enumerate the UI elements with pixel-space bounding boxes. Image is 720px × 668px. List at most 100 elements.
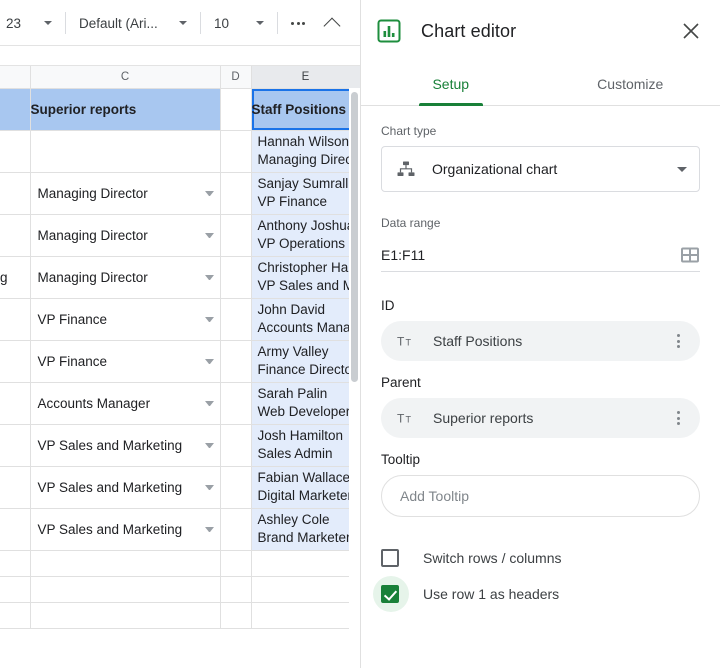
cell-e5[interactable]: Christopher Hale VP Sales and Marketing [250, 256, 360, 299]
id-field-chip[interactable]: T T Staff Positions [381, 321, 700, 361]
cell-e8-line2: Web Developer [257, 404, 351, 419]
cell-d2[interactable] [220, 130, 252, 173]
parent-label: Parent [381, 375, 421, 390]
cell-b8[interactable] [0, 382, 31, 425]
cell-e2[interactable]: Hannah Wilson Managing Director [250, 130, 360, 173]
column-header-d[interactable]: D [220, 66, 252, 89]
table-row: Hannah Wilson Managing Director [0, 130, 360, 173]
cell-c5[interactable]: Managing Director [30, 256, 221, 299]
zoom-or-size-selector[interactable]: 23 [0, 8, 58, 38]
cell-c2[interactable] [30, 130, 221, 173]
cell-d1[interactable] [220, 88, 252, 131]
chart-type-selector[interactable]: Organizational chart [381, 146, 700, 192]
cell-b14[interactable] [0, 602, 31, 629]
select-range-grid-icon[interactable] [680, 245, 700, 265]
cell-c6-text: VP Finance [37, 311, 108, 327]
google-sheets-chart-editor-screen: 23 Default (Ari... 10 C D E Superior rep… [0, 0, 720, 668]
cell-e6[interactable]: John David Accounts Manager [250, 298, 360, 341]
cell-e9[interactable]: Josh Hamilton Sales Admin [250, 424, 360, 467]
cell-e5-line1: Christopher Hale [257, 260, 359, 275]
cell-e13[interactable] [251, 576, 360, 603]
cell-c9[interactable]: VP Sales and Marketing [30, 424, 221, 467]
cell-dropdown-icon[interactable] [204, 316, 214, 322]
cell-b13[interactable] [0, 576, 31, 603]
cell-e4[interactable]: Anthony Joshua VP Operations [250, 214, 360, 257]
data-range-field[interactable]: E1:F11 [381, 238, 700, 272]
cell-e3[interactable]: Sanjay Sumrall VP Finance [250, 172, 360, 215]
cell-c14[interactable] [30, 602, 221, 629]
font-name-selector[interactable]: Default (Ari... [73, 8, 193, 38]
tab-customize[interactable]: Customize [541, 62, 720, 105]
switch-rows-columns-checkbox-row[interactable]: Switch rows / columns [381, 541, 700, 575]
cell-dropdown-icon[interactable] [204, 274, 214, 280]
tooltip-input[interactable]: Add Tooltip [381, 475, 700, 517]
cell-c13[interactable] [30, 576, 221, 603]
use-row-1-as-headers-checkbox[interactable] [381, 585, 399, 603]
cell-dropdown-icon[interactable] [204, 400, 214, 406]
cell-d7[interactable] [220, 340, 252, 383]
cell-e8[interactable]: Sarah Palin Web Developer [250, 382, 360, 425]
cell-d14[interactable] [220, 602, 252, 629]
cell-c11[interactable]: VP Sales and Marketing [30, 508, 221, 551]
cell-b2[interactable] [0, 130, 31, 173]
grid-vertical-scrollbar[interactable] [349, 88, 360, 668]
cell-b1[interactable] [0, 88, 31, 131]
collapse-toolbar-icon[interactable] [320, 10, 346, 36]
use-row-1-as-headers-checkbox-row[interactable]: Use row 1 as headers [373, 576, 700, 612]
switch-rows-columns-checkbox[interactable] [381, 549, 399, 567]
cell-c6[interactable]: VP Finance [30, 298, 221, 341]
cell-e1[interactable]: Staff Positions [251, 88, 360, 131]
cell-e12[interactable] [251, 550, 360, 577]
cell-d10[interactable] [220, 466, 252, 509]
cell-b12[interactable] [0, 550, 31, 577]
cell-dropdown-icon[interactable] [204, 358, 214, 364]
cell-d6[interactable] [220, 298, 252, 341]
cell-d5[interactable] [220, 256, 252, 299]
cell-d8[interactable] [220, 382, 252, 425]
table-row: Accounts Manager Sarah Palin Web Develop… [0, 382, 360, 425]
cell-c7[interactable]: VP Finance [30, 340, 221, 383]
text-format-icon: T T [397, 408, 417, 428]
cell-b9[interactable] [0, 424, 31, 467]
font-size-selector[interactable]: 10 [208, 8, 270, 38]
more-vert-icon[interactable] [666, 329, 690, 353]
cell-d11[interactable] [220, 508, 252, 551]
cell-b4[interactable] [0, 214, 31, 257]
cell-b7[interactable] [0, 340, 31, 383]
cell-d13[interactable] [220, 576, 252, 603]
cell-c12[interactable] [30, 550, 221, 577]
cell-c3[interactable]: Managing Director [30, 172, 221, 215]
cell-b3[interactable] [0, 172, 31, 215]
chart-type-value: Organizational chart [432, 161, 558, 177]
cell-dropdown-icon[interactable] [204, 232, 214, 238]
column-header-e[interactable]: E [251, 66, 360, 89]
close-icon[interactable] [676, 16, 706, 46]
cell-e14[interactable] [251, 602, 360, 629]
parent-field-chip[interactable]: T T Superior reports [381, 398, 700, 438]
cell-b10[interactable] [0, 466, 31, 509]
cell-d3[interactable] [220, 172, 252, 215]
cell-dropdown-icon[interactable] [204, 526, 214, 532]
tab-setup[interactable]: Setup [361, 62, 541, 105]
cell-e11[interactable]: Ashley Cole Brand Marketer [250, 508, 360, 551]
cell-b11[interactable] [0, 508, 31, 551]
cell-dropdown-icon[interactable] [204, 442, 214, 448]
cell-d4[interactable] [220, 214, 252, 257]
more-options-icon[interactable] [285, 10, 311, 36]
cell-c8[interactable]: Accounts Manager [30, 382, 221, 425]
cell-d9[interactable] [220, 424, 252, 467]
cell-b5[interactable]: g [0, 256, 31, 299]
cell-dropdown-icon[interactable] [204, 484, 214, 490]
scrollbar-thumb[interactable] [351, 92, 358, 382]
cell-c1[interactable]: Superior reports [30, 88, 221, 131]
cell-b6[interactable] [0, 298, 31, 341]
column-header-b[interactable] [0, 66, 31, 89]
cell-dropdown-icon[interactable] [204, 190, 214, 196]
cell-c10[interactable]: VP Sales and Marketing [30, 466, 221, 509]
cell-c4[interactable]: Managing Director [30, 214, 221, 257]
column-header-c[interactable]: C [30, 66, 221, 89]
cell-e10[interactable]: Fabian Wallace Digital Marketer [250, 466, 360, 509]
cell-d12[interactable] [220, 550, 252, 577]
cell-e7[interactable]: Army Valley Finance Director [250, 340, 360, 383]
more-vert-icon[interactable] [666, 406, 690, 430]
